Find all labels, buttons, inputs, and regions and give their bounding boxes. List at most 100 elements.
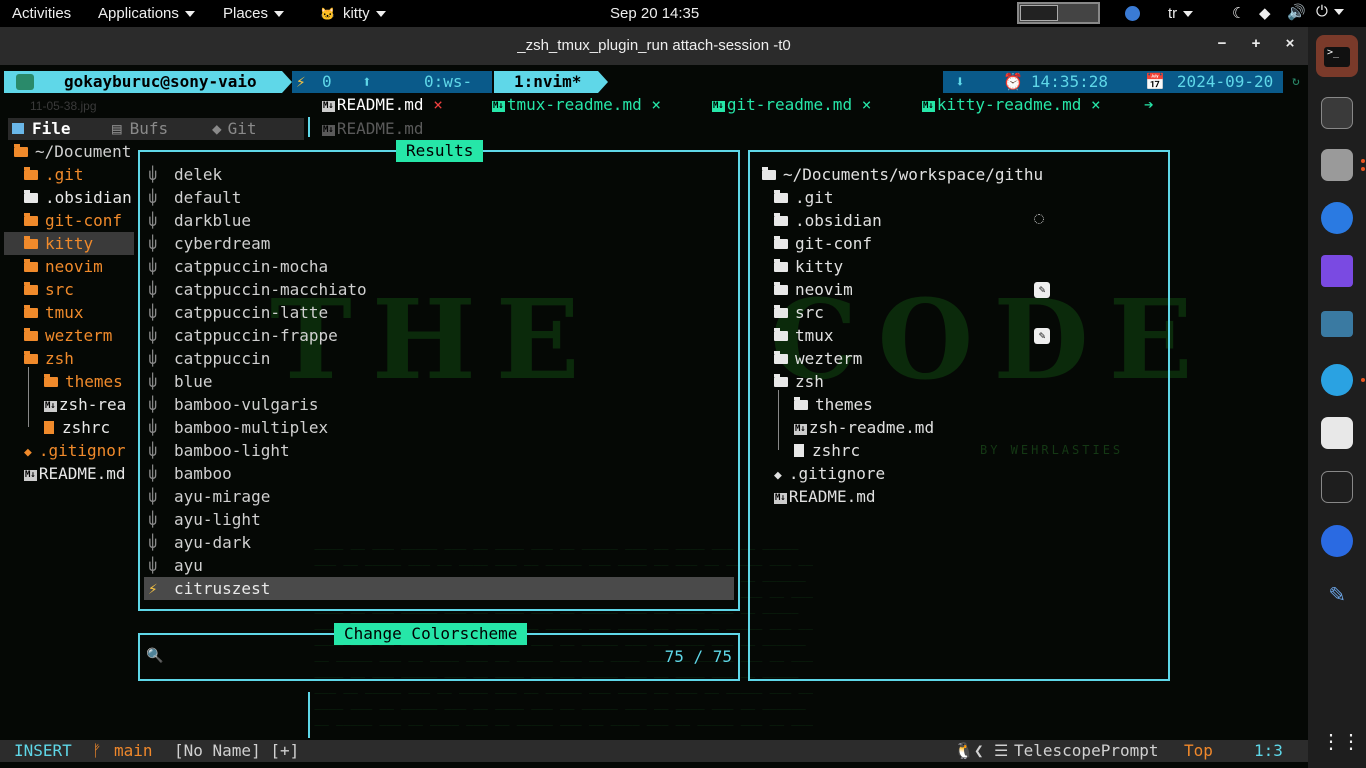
tree-item-obsidian[interactable]: .obsidian bbox=[24, 186, 132, 209]
result-item[interactable]: ⍦ darkblue bbox=[144, 209, 734, 232]
tree-item-label: kitty bbox=[45, 234, 94, 253]
tree-item-git[interactable]: .git bbox=[24, 163, 84, 186]
clock[interactable]: Sep 20 14:35 bbox=[610, 5, 699, 22]
tree-item-kitty[interactable]: kitty bbox=[24, 232, 93, 255]
tree-item-src[interactable]: src bbox=[24, 278, 74, 301]
night-light-icon[interactable]: ☾ bbox=[1232, 4, 1245, 22]
buffer-tab-tmux-readme[interactable]: M↓ tmux-readme.md × bbox=[492, 95, 661, 115]
places-menu[interactable]: Places bbox=[223, 5, 285, 22]
running-indicator bbox=[1361, 378, 1365, 382]
tree-item-git-conf[interactable]: git-conf bbox=[24, 209, 122, 232]
preview-item-label: kitty bbox=[795, 257, 844, 276]
screenshot-icon[interactable] bbox=[1321, 311, 1353, 337]
mode-indicator: INSERT bbox=[14, 741, 72, 760]
app-grid-icon[interactable]: ⋮⋮⋮ bbox=[1321, 725, 1366, 757]
volume-icon[interactable]: 🔊 bbox=[1287, 3, 1306, 21]
result-item[interactable]: ⍦ ayu bbox=[144, 554, 734, 577]
result-item[interactable]: ⍦ bamboo-vulgaris bbox=[144, 393, 734, 416]
buffer-tab-readme[interactable]: M↓ README.md × bbox=[322, 95, 443, 115]
result-label: darkblue bbox=[174, 211, 252, 230]
result-item[interactable]: ⍦ catppuccin-latte bbox=[144, 301, 734, 324]
next-buffer-arrow-icon[interactable]: ➔ bbox=[1144, 95, 1154, 115]
buffer-tab-git-readme[interactable]: M↓ git-readme.md × bbox=[712, 95, 871, 115]
close-icon[interactable]: × bbox=[862, 95, 872, 114]
terminal[interactable]: THE CODE BY WEHRLASTIES ____ __ ___ ____… bbox=[0, 65, 1308, 768]
result-item-selected[interactable]: ⚡ citruszest bbox=[144, 577, 734, 600]
close-icon[interactable]: × bbox=[1091, 95, 1101, 114]
tree-root[interactable]: ~/Document bbox=[14, 140, 131, 163]
result-item[interactable]: ⍦ cyberdream bbox=[144, 232, 734, 255]
tmux-window-1[interactable]: 1:nvim* bbox=[494, 71, 598, 93]
close-icon[interactable]: × bbox=[433, 95, 443, 114]
result-item[interactable]: ⍦ ayu-light bbox=[144, 508, 734, 531]
result-item[interactable]: ⍦ catppuccin-mocha bbox=[144, 255, 734, 278]
tree-item-wezterm[interactable]: wezterm bbox=[24, 324, 112, 347]
tmux-window-0[interactable]: 0:ws- bbox=[392, 71, 492, 93]
activities-button[interactable]: Activities bbox=[12, 5, 71, 22]
result-item[interactable]: ⍦ delek bbox=[144, 163, 734, 186]
dock: >_ ✎ ⋮⋮⋮ bbox=[1308, 27, 1366, 768]
network-globe-icon[interactable] bbox=[1125, 6, 1140, 21]
tree-item-label: tmux bbox=[45, 303, 84, 322]
result-label: bamboo-vulgaris bbox=[174, 395, 319, 414]
folder-icon bbox=[774, 213, 788, 226]
obsidian-icon[interactable] bbox=[1321, 255, 1353, 287]
app-icon[interactable] bbox=[1321, 417, 1353, 449]
buffer-tab-kitty-readme[interactable]: M↓ kitty-readme.md × bbox=[922, 95, 1101, 115]
git-icon: ◆ bbox=[774, 468, 782, 483]
telescope-prompt[interactable]: Change Colorscheme 🔍 75 / 75 bbox=[138, 623, 740, 681]
wifi-icon[interactable]: ◆ bbox=[1259, 4, 1271, 22]
maximize-button[interactable]: + bbox=[1246, 35, 1266, 52]
workspace-indicator[interactable] bbox=[1017, 2, 1100, 24]
tree-item-tmux[interactable]: tmux bbox=[24, 301, 84, 324]
winbar-label: README.md bbox=[336, 119, 424, 138]
result-item[interactable]: ⍦ ayu-mirage bbox=[144, 485, 734, 508]
applications-menu[interactable]: Applications bbox=[98, 5, 195, 22]
files-icon[interactable] bbox=[1321, 149, 1353, 181]
pen-icon[interactable]: ✎ bbox=[1321, 579, 1353, 611]
terminal-icon[interactable] bbox=[1321, 97, 1353, 129]
tree-item-zsh-readme[interactable]: M↓ zsh-rea bbox=[44, 393, 126, 416]
tab-bufs[interactable]: ▤ Bufs bbox=[112, 118, 168, 140]
close-button[interactable]: × bbox=[1280, 35, 1300, 52]
preview-root: ~/Documents/workspace/githu bbox=[762, 163, 1043, 186]
terminal-app-icon[interactable]: >_ bbox=[1316, 35, 1358, 77]
tab-git[interactable]: ◆ Git bbox=[212, 118, 257, 140]
result-item[interactable]: ⍦ catppuccin bbox=[144, 347, 734, 370]
result-item[interactable]: ⍦ bamboo-multiplex bbox=[144, 416, 734, 439]
keyboard-icon[interactable] bbox=[1321, 471, 1353, 503]
tree-item-gitignore[interactable]: ◆ .gitignor bbox=[24, 439, 126, 462]
app-icon[interactable] bbox=[1321, 525, 1353, 557]
tree-item-themes[interactable]: themes bbox=[44, 370, 123, 393]
window-separator bbox=[308, 692, 310, 738]
result-item[interactable]: ⍦ default bbox=[144, 186, 734, 209]
app-menu[interactable]: 🐱 kitty bbox=[320, 5, 386, 22]
tree-item-neovim[interactable]: neovim bbox=[24, 255, 103, 278]
buffer-tab-label: git-readme.md bbox=[726, 95, 853, 114]
tree-item-zshrc[interactable]: zshrc bbox=[44, 416, 110, 439]
preview-item: tmux bbox=[774, 324, 834, 347]
result-label: ayu-mirage bbox=[174, 487, 271, 506]
result-item[interactable]: ⍦ catppuccin-macchiato bbox=[144, 278, 734, 301]
preview-item: zsh bbox=[774, 370, 824, 393]
result-item[interactable]: ⍦ bamboo bbox=[144, 462, 734, 485]
plug-icon: ⍦ bbox=[148, 326, 158, 345]
power-menu[interactable]: ⏻ bbox=[1316, 3, 1344, 20]
prompt-input[interactable] bbox=[164, 649, 166, 667]
chevron-down-icon bbox=[184, 11, 195, 18]
close-icon[interactable]: × bbox=[651, 95, 661, 114]
language-menu[interactable]: tr bbox=[1168, 5, 1194, 22]
minimize-button[interactable]: − bbox=[1212, 35, 1232, 52]
result-item[interactable]: ⍦ blue bbox=[144, 370, 734, 393]
tree-item-zsh[interactable]: zsh bbox=[24, 347, 74, 370]
result-item[interactable]: ⍦ catppuccin-frappe bbox=[144, 324, 734, 347]
tree-item-label: zsh bbox=[45, 349, 74, 368]
tab-file[interactable]: File bbox=[12, 118, 71, 140]
chromium-icon[interactable] bbox=[1321, 202, 1353, 234]
folder-icon bbox=[24, 305, 38, 318]
workspace-active[interactable] bbox=[1020, 5, 1058, 21]
telegram-icon[interactable] bbox=[1321, 364, 1353, 396]
result-item[interactable]: ⍦ bamboo-light bbox=[144, 439, 734, 462]
result-item[interactable]: ⍦ ayu-dark bbox=[144, 531, 734, 554]
tree-item-readme[interactable]: M↓ README.md bbox=[24, 462, 126, 485]
